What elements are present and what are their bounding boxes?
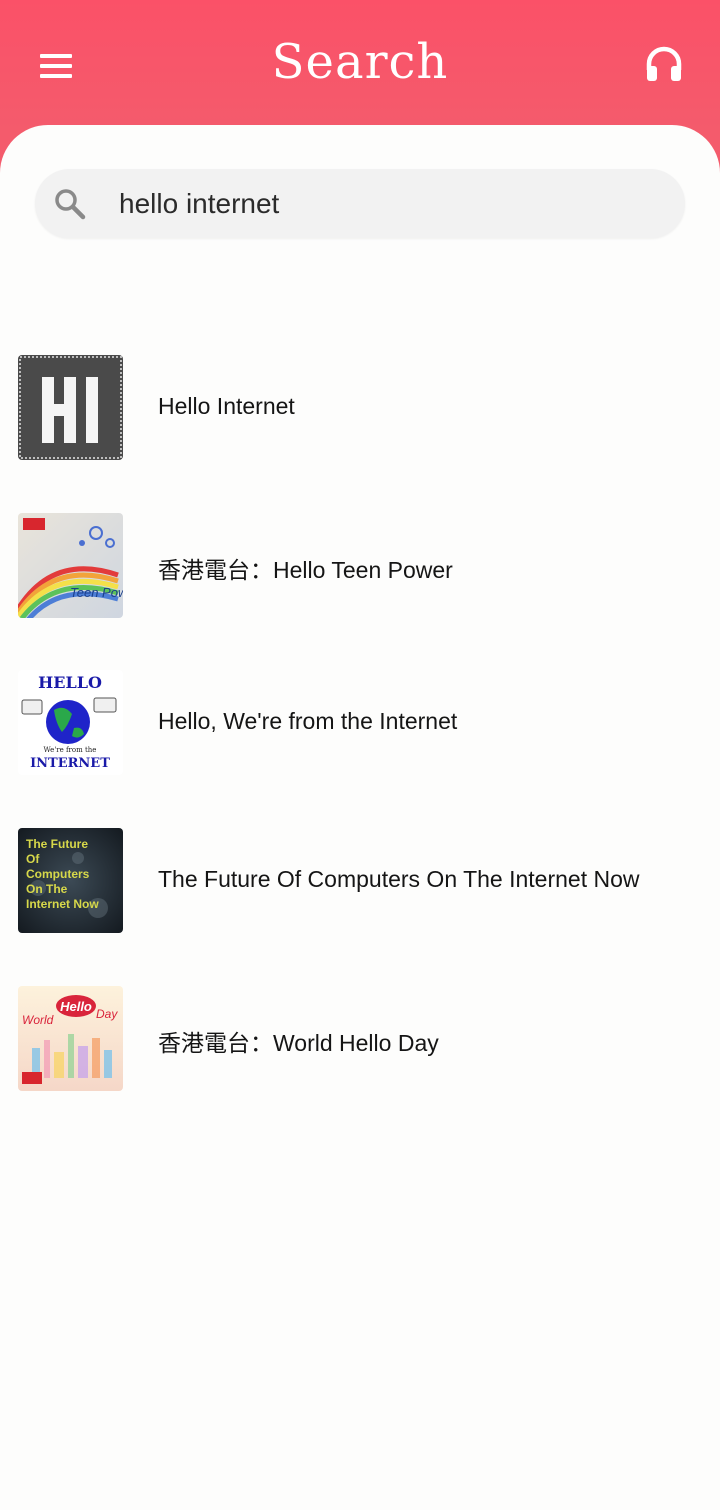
thumbnail-label: The Future [26,837,88,851]
thumbnail-label: We're from the [44,746,97,754]
result-title: Hello, We're from the Internet [158,708,458,734]
podcast-thumbnail: Teen Power [18,513,123,618]
thumbnail-label: World [22,1013,54,1027]
thumbnail-label: Computers [26,867,90,881]
list-item[interactable]: HELLO We're from the INTERNET Hello, We'… [0,670,720,776]
podcast-thumbnail: HELLO We're from the INTERNET [18,670,123,775]
page-title: Search [271,34,449,90]
thumbnail-label: Hello [60,999,92,1014]
search-input[interactable] [119,179,659,229]
list-item[interactable]: Hello World Day 香港電台：World Hello Day [0,986,720,1092]
thumbnail-label: On The [26,882,68,896]
thumbnail-label: Day [96,1007,118,1021]
result-title: 香港電台：World Hello Day [158,1030,439,1056]
result-title: Hello Internet [158,393,295,419]
thumbnail-label: INTERNET [30,756,110,771]
search-icon[interactable] [52,186,88,222]
list-item[interactable]: The Future Of Computers On The Internet … [0,828,720,934]
content-panel [0,125,720,1510]
thumbnail-label: HELLO [38,673,102,692]
thumbnail-label: Of [26,852,40,866]
thumbnail-label: Internet Now [26,897,99,911]
list-item[interactable]: Hello Internet [0,355,720,461]
result-title: 香港電台：Hello Teen Power [158,557,453,583]
podcast-thumbnail: The Future Of Computers On The Internet … [18,828,123,933]
search-bar[interactable] [35,169,685,238]
list-item[interactable]: Teen Power 香港電台：Hello Teen Power [0,513,720,619]
headphones-icon[interactable] [644,44,684,84]
result-title: The Future Of Computers On The Internet … [158,866,640,892]
app-screen: Search hello internet Hello Internet Tee… [0,0,720,1510]
app-header: Search [0,0,720,130]
podcast-thumbnail: Hello World Day [18,986,123,1091]
thumbnail-label: Teen Power [70,585,123,600]
podcast-thumbnail [18,355,123,460]
